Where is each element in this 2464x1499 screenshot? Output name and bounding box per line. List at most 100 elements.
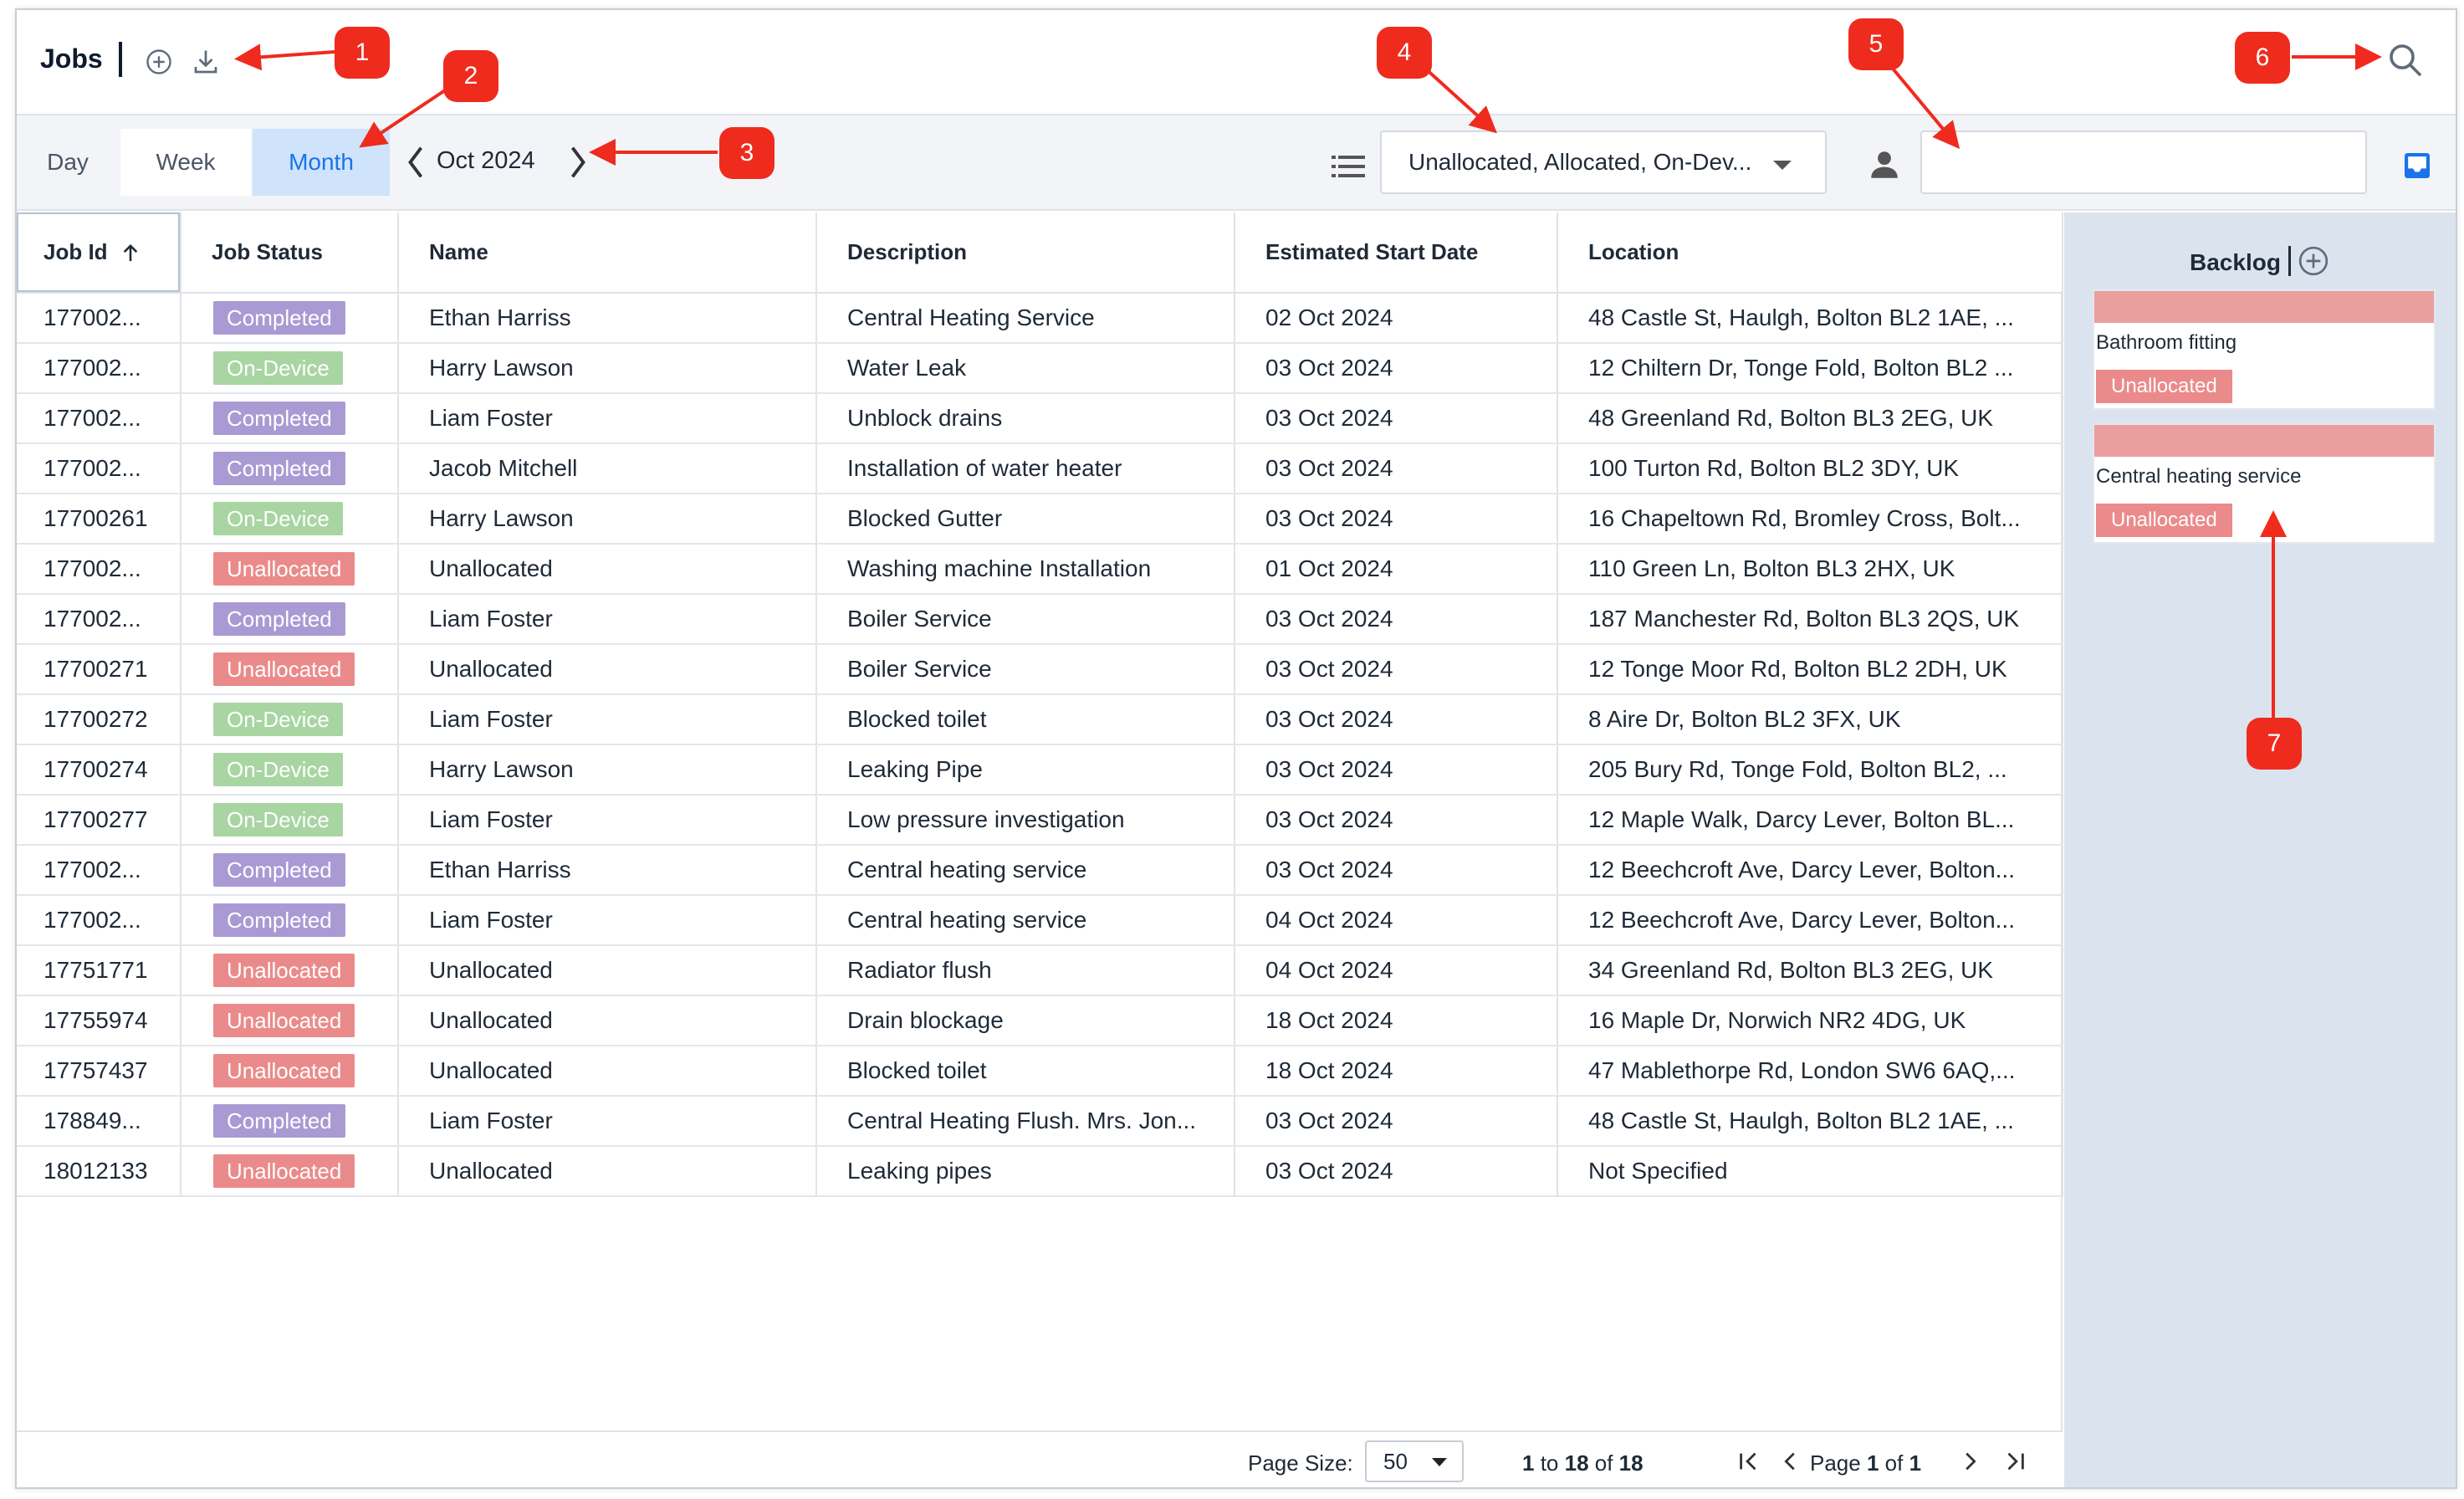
status-filter-dropdown[interactable]: Unallocated, Allocated, On-Dev... <box>1380 130 1827 194</box>
view-week-button[interactable]: Week <box>120 129 251 196</box>
job-id-cell: 17751771 <box>17 945 181 996</box>
backlog-divider <box>2288 246 2291 276</box>
location-cell: Not Specified <box>1557 1146 2063 1197</box>
location-cell: 110 Green Ln, Bolton BL3 2HX, UK <box>1557 544 2063 595</box>
table-row[interactable]: 177002... Unallocated Unallocated Washing m… <box>17 544 2063 595</box>
table-row[interactable]: 177002... Completed Liam Foster Central hea… <box>17 895 2063 946</box>
status-badge: Unallocated <box>213 1004 355 1037</box>
location-cell: 12 Tonge Moor Rd, Bolton BL2 2DH, UK <box>1557 644 2063 695</box>
backlog-card[interactable]: Bathroom fitting Unallocated <box>2093 289 2436 410</box>
table-row[interactable]: 17755974 Unallocated Unallocated Drain bloc… <box>17 995 2063 1046</box>
location-cell: 48 Greenland Rd, Bolton BL3 2EG, UK <box>1557 393 2063 444</box>
list-icon[interactable] <box>1332 156 1365 177</box>
status-badge: Completed <box>213 1104 345 1138</box>
table-row[interactable]: 177002... Completed Jacob Mitchell Installa… <box>17 443 2063 494</box>
description-cell: Central heating service <box>816 845 1235 896</box>
table-row[interactable]: 17700272 On-Device Liam Foster Blocked toil… <box>17 694 2063 745</box>
job-id-cell: 177002... <box>17 293 181 344</box>
column-header-location[interactable]: Location <box>1557 212 2063 294</box>
date-label: Oct 2024 <box>437 147 535 174</box>
add-circle-icon[interactable] <box>144 47 174 77</box>
status-badge: Completed <box>213 853 345 887</box>
table-row[interactable]: 17751771 Unallocated Unallocated Radiator f… <box>17 945 2063 996</box>
description-cell: Blocked toilet <box>816 694 1235 745</box>
table-row[interactable]: 178849... Completed Liam Foster Central Hea… <box>17 1096 2063 1147</box>
backlog-panel: Backlog Bathroom fitting Unallocated Cen… <box>2064 212 2456 1487</box>
job-status-cell: Completed <box>181 393 399 444</box>
table-row[interactable]: 17757437 Unallocated Unallocated Blocked to… <box>17 1046 2063 1097</box>
job-status-cell: Completed <box>181 443 399 494</box>
name-cell: Liam Foster <box>398 1096 817 1147</box>
start-date-cell: 03 Oct 2024 <box>1235 343 1558 394</box>
column-header-job-status[interactable]: Job Status <box>181 212 399 294</box>
job-id-cell: 18012133 <box>17 1146 181 1197</box>
job-status-cell: On-Device <box>181 795 399 846</box>
first-page-icon[interactable] <box>1736 1447 1761 1476</box>
job-status-cell: Completed <box>181 594 399 645</box>
description-cell: Water Leak <box>816 343 1235 394</box>
location-cell: 100 Turton Rd, Bolton BL2 3DY, UK <box>1557 443 2063 494</box>
start-date-cell: 03 Oct 2024 <box>1235 1096 1558 1147</box>
prev-page-icon[interactable] <box>1778 1447 1803 1476</box>
name-cell: Liam Foster <box>398 795 817 846</box>
backlog-card[interactable]: Central heating service Unallocated <box>2093 423 2436 544</box>
app-window: Jobs Day Week Month Oct 2024 Unallocated… <box>15 8 2457 1489</box>
name-cell: Unallocated <box>398 1146 817 1197</box>
location-cell: 12 Beechcroft Ave, Darcy Lever, Bolton..… <box>1557 845 2063 896</box>
job-id-cell: 17700277 <box>17 795 181 846</box>
download-icon[interactable] <box>191 47 221 77</box>
column-header-name[interactable]: Name <box>398 212 817 294</box>
table-row[interactable]: 17700274 On-Device Harry Lawson Leaking Pip… <box>17 744 2063 796</box>
status-badge: Unallocated <box>213 1154 355 1188</box>
person-filter-input[interactable] <box>1920 130 2367 194</box>
add-circle-icon[interactable] <box>2297 244 2330 278</box>
status-badge: On-Device <box>213 803 343 836</box>
next-page-icon[interactable] <box>1957 1447 1982 1476</box>
page-title: Jobs <box>40 43 103 74</box>
column-header-description[interactable]: Description <box>816 212 1235 294</box>
name-cell: Unallocated <box>398 544 817 595</box>
name-cell: Ethan Harriss <box>398 845 817 896</box>
table-row[interactable]: 17700277 On-Device Liam Foster Low pressure… <box>17 795 2063 846</box>
annotation-marker-2: 2 <box>443 50 498 102</box>
table-row[interactable]: 17700261 On-Device Harry Lawson Blocked Gut… <box>17 494 2063 545</box>
page-size-select[interactable]: 50 <box>1365 1440 1464 1482</box>
card-color-bar <box>2094 425 2434 457</box>
view-month-button[interactable]: Month <box>253 129 390 196</box>
location-cell: 16 Maple Dr, Norwich NR2 4DG, UK <box>1557 995 2063 1046</box>
table-row[interactable]: 177002... On-Device Harry Lawson Water Leak… <box>17 343 2063 394</box>
last-page-icon[interactable] <box>2002 1447 2027 1476</box>
job-status-cell: On-Device <box>181 343 399 394</box>
table-row[interactable]: 177002... Completed Liam Foster Boiler Serv… <box>17 594 2063 645</box>
job-status-cell: Completed <box>181 1096 399 1147</box>
table-row[interactable]: 177002... Completed Liam Foster Unblock dra… <box>17 393 2063 444</box>
name-cell: Jacob Mitchell <box>398 443 817 494</box>
location-cell: 187 Manchester Rd, Bolton BL3 2QS, UK <box>1557 594 2063 645</box>
table-row[interactable]: 18012133 Unallocated Unallocated Leaking pi… <box>17 1146 2063 1197</box>
column-header-start-date[interactable]: Estimated Start Date <box>1235 212 1558 294</box>
status-badge: Completed <box>213 602 345 636</box>
card-title: Bathroom fitting <box>2096 331 2237 354</box>
table-row[interactable]: 177002... Completed Ethan Harriss Central H… <box>17 293 2063 344</box>
toolbar: Day Week Month Oct 2024 Unallocated, All… <box>17 115 2456 211</box>
start-date-cell: 03 Oct 2024 <box>1235 494 1558 545</box>
location-cell: 8 Aire Dr, Bolton BL2 3FX, UK <box>1557 694 2063 745</box>
chevron-left-icon[interactable] <box>403 141 428 184</box>
description-cell: Central heating service <box>816 895 1235 946</box>
inbox-icon[interactable] <box>2400 149 2434 182</box>
jobs-table: Job Id Job Status Name Description Estim… <box>17 212 2063 1197</box>
status-badge: Unallocated <box>213 652 355 686</box>
name-cell: Liam Foster <box>398 694 817 745</box>
name-cell: Unallocated <box>398 995 817 1046</box>
column-header-job-id[interactable]: Job Id <box>17 212 181 294</box>
chevron-right-icon[interactable] <box>565 141 590 184</box>
search-icon[interactable] <box>2385 40 2426 80</box>
description-cell: Low pressure investigation <box>816 795 1235 846</box>
description-cell: Drain blockage <box>816 995 1235 1046</box>
view-day-button[interactable]: Day <box>17 129 119 196</box>
location-cell: 48 Castle St, Haulgh, Bolton BL2 1AE, ..… <box>1557 1096 2063 1147</box>
table-row[interactable]: 17700271 Unallocated Unallocated Boiler Ser… <box>17 644 2063 695</box>
table-row[interactable]: 177002... Completed Ethan Harriss Central h… <box>17 845 2063 896</box>
sort-up-icon <box>123 244 137 262</box>
job-status-cell: Unallocated <box>181 945 399 996</box>
